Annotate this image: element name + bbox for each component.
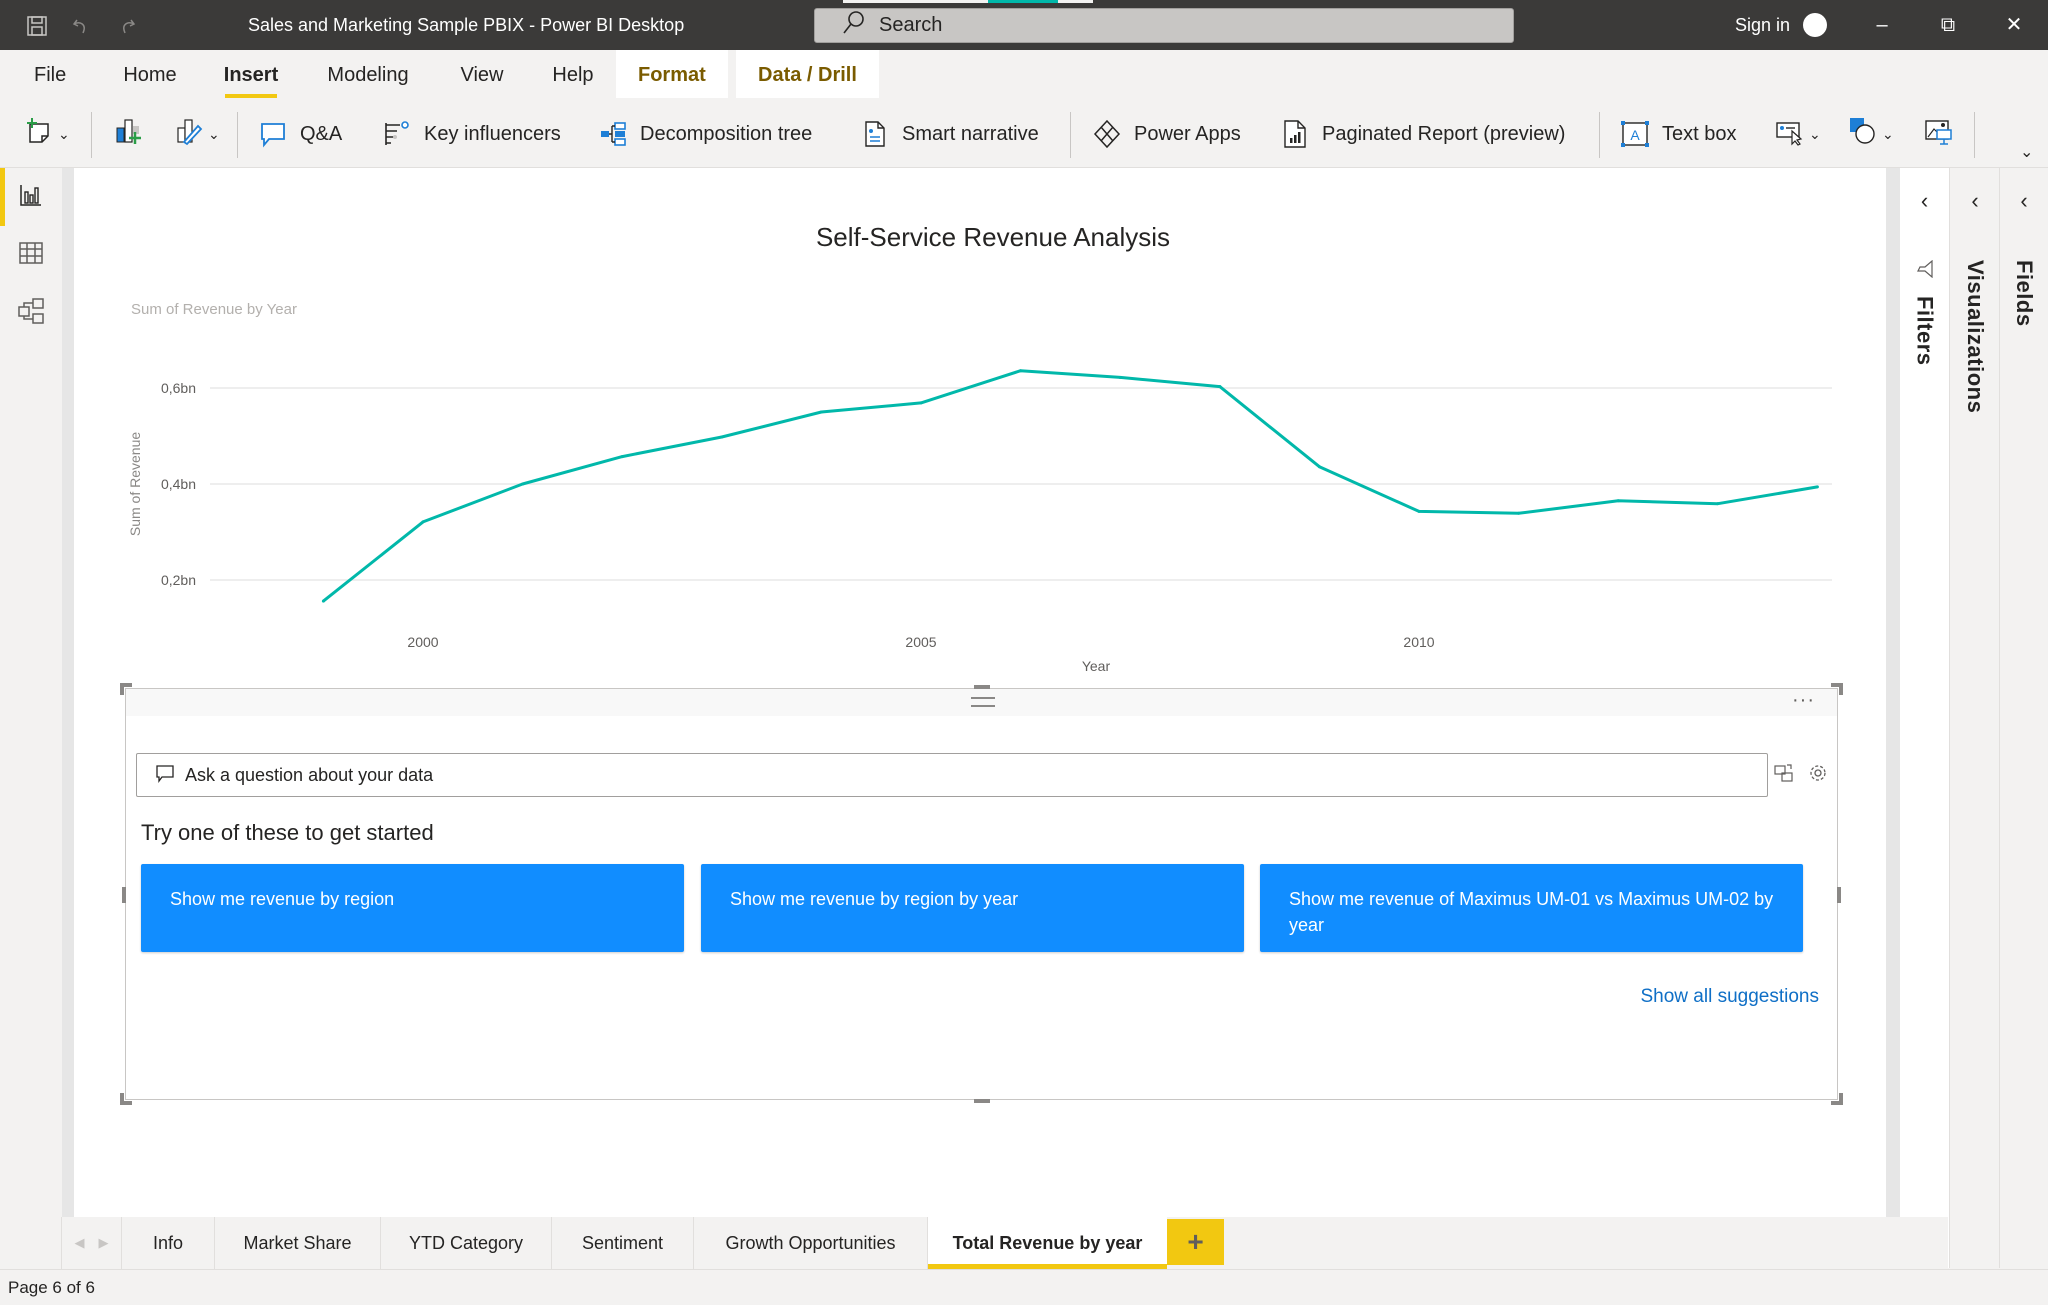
series-layer — [321, 369, 1819, 603]
resize-handle[interactable] — [1831, 683, 1843, 695]
x-tick-label: 2000 — [407, 634, 438, 650]
filters-pane[interactable]: ‹ Filters — [1900, 168, 1950, 1268]
close-button[interactable]: ✕ — [1994, 10, 2034, 40]
y-axis-label: Sum of Revenue — [127, 432, 143, 536]
x-axis-label: Year — [1082, 658, 1111, 674]
add-page-button[interactable]: + — [1167, 1219, 1224, 1265]
show-all-suggestions-link[interactable]: Show all suggestions — [1641, 986, 1820, 1008]
qna-question-box[interactable] — [136, 753, 1768, 797]
page-indicator: Page 6 of 6 — [8, 1278, 95, 1297]
fields-label: Fields — [2012, 260, 2037, 327]
x-tick-label: 2010 — [1403, 634, 1434, 650]
expand-filters-icon[interactable]: ‹ — [1900, 188, 1949, 214]
more-options-button[interactable]: ··· — [1792, 689, 1815, 712]
fields-pane[interactable]: ‹ Fields — [2000, 168, 2048, 1268]
resize-handle[interactable] — [122, 887, 126, 903]
data-point — [919, 401, 923, 405]
x-tick-label: 2005 — [905, 634, 936, 650]
resize-handle[interactable] — [120, 1093, 132, 1105]
y-tick-label: 0,4bn — [161, 476, 196, 492]
data-point — [1118, 375, 1122, 379]
data-point — [521, 482, 525, 486]
suggestion-button[interactable]: Show me revenue by region by year — [701, 864, 1244, 952]
page-tab[interactable]: Market Share — [214, 1217, 380, 1269]
qna-question-input[interactable] — [185, 764, 1685, 786]
data-point — [1417, 509, 1421, 513]
data-point — [1815, 485, 1819, 489]
qna-visual[interactable]: ··· Try one of these to get started Show… — [120, 683, 1843, 1105]
resize-handle[interactable] — [974, 1099, 990, 1103]
y-tick-label: 0,6bn — [161, 380, 196, 396]
suggestion-button[interactable]: Show me revenue by region — [141, 864, 684, 952]
y-tick-label: 0,2bn — [161, 572, 196, 588]
visualizations-pane[interactable]: ‹ Visualizations — [1951, 168, 2000, 1268]
filters-label: Filters — [1912, 296, 1938, 366]
turn-into-visual-icon[interactable] — [1774, 763, 1794, 788]
line-chart[interactable]: 0,2bn 0,4bn 0,6bn 2000 2005 2010 Sum of Reve… — [0, 0, 1900, 700]
page-tab[interactable]: YTD Category — [380, 1217, 551, 1269]
page-tab[interactable]: Info — [121, 1217, 214, 1269]
settings-gear-icon[interactable] — [1808, 763, 1828, 788]
ribbon-divider — [1974, 112, 1975, 158]
collapse-ribbon-icon[interactable]: ⌄ — [2020, 142, 2033, 162]
image-icon — [1924, 116, 1954, 152]
series-line — [322, 369, 1818, 603]
data-point — [1317, 465, 1321, 469]
data-point — [1019, 369, 1023, 373]
scroll-left-icon[interactable]: ◀ — [75, 1235, 85, 1251]
filter-icon — [1916, 259, 1934, 283]
scroll-right-icon[interactable]: ▶ — [99, 1235, 109, 1251]
data-point — [1517, 511, 1521, 515]
page-scroll-buttons: ◀ ▶ — [61, 1217, 121, 1269]
x-axis-ticks: 2000 2005 2010 — [407, 634, 1434, 650]
data-point — [1218, 385, 1222, 389]
expand-visualizations-icon[interactable]: ‹ — [1951, 188, 1999, 214]
data-point — [421, 520, 425, 524]
page-tab-active[interactable]: Total Revenue by year — [927, 1217, 1167, 1269]
status-bar: Page 6 of 6 — [0, 1269, 2048, 1305]
image-button[interactable] — [1924, 112, 1954, 156]
restore-button[interactable]: ⧉ — [1928, 10, 1968, 40]
expand-fields-icon[interactable]: ‹ — [2000, 188, 2048, 214]
resize-handle[interactable] — [1831, 1093, 1843, 1105]
page-tab[interactable]: Growth Opportunities — [693, 1217, 927, 1269]
y-axis-ticks: 0,2bn 0,4bn 0,6bn — [161, 380, 196, 588]
data-point — [321, 599, 325, 603]
speech-bubble-icon — [155, 763, 175, 788]
gridlines — [210, 387, 1832, 581]
data-point — [1616, 499, 1620, 503]
data-point — [1716, 502, 1720, 506]
page-tabs: ◀ ▶ Info Market Share YTD Category Senti… — [0, 1217, 1948, 1269]
resize-handle[interactable] — [1837, 887, 1841, 903]
page-tab[interactable]: Sentiment — [551, 1217, 693, 1269]
visual-header: ··· — [126, 689, 1837, 716]
data-point — [819, 410, 823, 414]
qna-prompt: Try one of these to get started — [141, 820, 434, 845]
visualizations-label: Visualizations — [1963, 260, 1988, 414]
drag-handle-icon[interactable] — [971, 697, 995, 707]
qna-toolbar — [1774, 763, 1828, 788]
suggestion-button[interactable]: Show me revenue of Maximus UM-01 vs Maxi… — [1260, 864, 1803, 952]
data-point — [620, 455, 624, 459]
resize-handle[interactable] — [120, 683, 132, 695]
resize-handle[interactable] — [974, 685, 990, 689]
data-point — [720, 435, 724, 439]
